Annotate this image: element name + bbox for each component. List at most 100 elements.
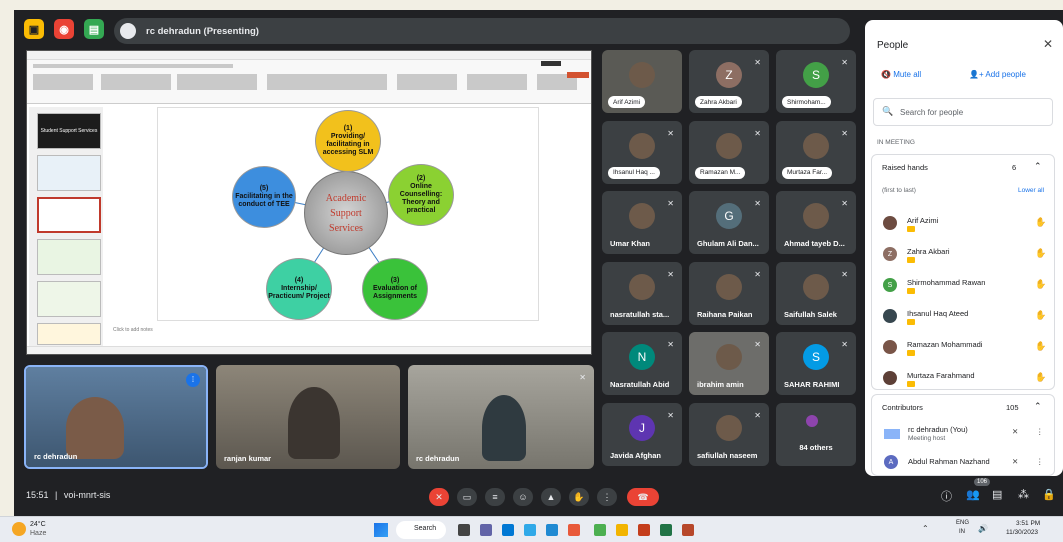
slide-thumb[interactable] <box>37 281 101 317</box>
slide-thumb[interactable]: Student Support Services <box>37 113 101 149</box>
app-icon[interactable] <box>568 524 580 536</box>
chat-icon[interactable]: ▤ <box>992 488 1002 501</box>
powerpoint-icon[interactable] <box>638 524 650 536</box>
people-icon[interactable]: 👥 <box>966 488 980 501</box>
notes-placeholder[interactable]: Click to add notes <box>113 327 153 333</box>
chrome-icon[interactable] <box>594 524 606 536</box>
lower-all-button[interactable]: Lower all <box>1018 187 1044 194</box>
captions-icon[interactable]: ▤ <box>84 19 104 39</box>
participant-tile[interactable]: Arif Azimi <box>602 50 682 113</box>
collapse-icon[interactable]: ⌃ <box>1034 161 1042 172</box>
volume-icon[interactable]: 🔊 <box>978 524 988 533</box>
app-icon[interactable] <box>546 524 558 536</box>
mic-off-icon: ✕ <box>754 199 761 208</box>
participant-tile[interactable]: ✕ safiullah naseem <box>689 402 769 466</box>
meeting-code[interactable]: voi-mnrt-sis <box>64 490 111 500</box>
raised-hand-name: Arif Azimi <box>907 216 939 225</box>
center-line: Services <box>329 222 363 234</box>
collapse-icon[interactable]: ⌃ <box>1034 401 1042 412</box>
tray-chevron-icon[interactable]: ⌃ <box>922 524 929 533</box>
mic-off-icon[interactable]: ✕ <box>1012 427 1018 436</box>
add-people-button[interactable]: 👤+ Add people <box>969 70 1026 79</box>
participant-tile[interactable]: 84 others <box>776 402 856 466</box>
close-icon[interactable]: ✕ <box>1043 37 1053 51</box>
participant-tile[interactable]: ✕ Ahmad tayeb D... <box>776 191 856 254</box>
app-icon[interactable] <box>682 524 694 536</box>
task-view-icon[interactable] <box>458 524 470 536</box>
captions-button[interactable]: ≡ <box>485 488 505 506</box>
video-tile-presenter[interactable]: ⁞ rc dehradun <box>24 365 208 469</box>
participant-name: Ihsanul Haq ... <box>608 166 660 179</box>
participant-tile[interactable]: ✕ Saifullah Salek <box>776 261 856 325</box>
video-tile[interactable]: ranjan kumar <box>216 365 400 469</box>
mic-toggle-button[interactable]: ✕ <box>429 488 449 506</box>
weather-icon[interactable] <box>12 522 26 536</box>
participant-name: Umar Khan <box>610 239 651 248</box>
raise-hand-button[interactable]: ✋ <box>569 488 589 506</box>
participant-tile[interactable]: J ✕ Javida Afghan <box>602 402 682 466</box>
raised-hand-icon[interactable]: ✋ <box>1035 248 1046 259</box>
more-icon[interactable]: ⋮ <box>1036 427 1044 436</box>
taskbar-search[interactable]: Search <box>396 521 446 539</box>
excel-icon[interactable] <box>660 524 672 536</box>
teams-icon[interactable] <box>480 524 492 536</box>
raised-hand-icon[interactable]: ✋ <box>1035 279 1046 290</box>
participant-tile[interactable]: ✕ Ramazan M... <box>689 120 769 184</box>
windows-taskbar: 24°C Haze Search ⌃ ENG IN 🔊 3:51 PM 11/3… <box>0 516 1063 542</box>
video-name: rc dehradun <box>416 454 460 463</box>
mic-off-icon[interactable]: ✕ <box>1012 457 1018 466</box>
video-tile[interactable]: ✕ rc dehradun <box>408 365 594 469</box>
mute-all-button[interactable]: 🔇 Mute all <box>881 70 921 79</box>
reactions-button[interactable]: ☺ <box>513 488 533 506</box>
slides-icon[interactable]: ▣ <box>24 19 44 39</box>
mic-off-icon: ✕ <box>754 58 761 67</box>
contributors-section: Contributors 105 ⌃ rc dehradun (You) Mee… <box>871 394 1055 476</box>
hand-badge-icon <box>907 226 915 232</box>
record-icon[interactable]: ◉ <box>54 19 74 39</box>
activities-icon[interactable]: ⁂ <box>1018 488 1029 501</box>
more-options-button[interactable]: ⋮ <box>597 488 617 506</box>
edge-icon[interactable] <box>502 524 514 536</box>
participant-tile[interactable]: S ✕ Shirmoham... <box>776 50 856 113</box>
host-controls-icon[interactable]: 🔒 <box>1042 488 1056 501</box>
search-input[interactable]: 🔍 Search for people <box>873 98 1053 126</box>
participant-tile[interactable]: ✕ nasratullah sta... <box>602 261 682 325</box>
avatar <box>883 371 897 385</box>
slide-thumb[interactable] <box>37 155 101 191</box>
participant-tile[interactable]: N ✕ Nasratullah Abid <box>602 332 682 395</box>
raised-hand-icon[interactable]: ✋ <box>1035 341 1046 352</box>
raised-hand-icon[interactable]: ✋ <box>1035 217 1046 228</box>
participant-tile[interactable]: ✕ Umar Khan <box>602 191 682 254</box>
participant-tile[interactable]: ✕ Ihsanul Haq ... <box>602 120 682 184</box>
participant-tile[interactable]: ✕ Murtaza Far... <box>776 120 856 184</box>
slide-thumbnails[interactable]: Student Support Services <box>29 107 103 349</box>
contributor-role: Meeting host <box>908 435 946 442</box>
present-button[interactable]: ▲ <box>541 488 561 506</box>
bubble-text: Facilitating in the conduct of TEE <box>235 193 293 208</box>
more-icon[interactable]: ⋮ <box>1036 457 1044 466</box>
info-icon[interactable]: ⓘ <box>941 488 952 504</box>
bubble-num: (2) <box>416 175 426 182</box>
participant-tile[interactable]: G ✕ Ghulam Ali Dan... <box>689 191 769 254</box>
raised-hand-icon[interactable]: ✋ <box>1035 310 1046 321</box>
camera-toggle-button[interactable]: ▭ <box>457 488 477 506</box>
slide-thumb[interactable] <box>37 323 101 345</box>
participant-name: Ahmad tayeb D... <box>784 239 845 248</box>
participant-tile[interactable]: ✕ ibrahim amin <box>689 332 769 395</box>
file-explorer-icon[interactable] <box>616 524 628 536</box>
start-icon[interactable] <box>374 523 388 537</box>
participant-tile[interactable]: Z ✕ Zahra Akbari <box>689 50 769 113</box>
slide-thumb[interactable] <box>37 239 101 275</box>
participant-tile[interactable]: ✕ Raihana Paikan <box>689 261 769 325</box>
raised-hand-icon[interactable]: ✋ <box>1035 372 1046 383</box>
mic-off-icon: ✕ <box>667 340 674 349</box>
center-line: Academic <box>325 192 367 204</box>
store-icon[interactable] <box>524 524 536 536</box>
avatar: A <box>884 455 898 469</box>
person-figure <box>66 397 124 459</box>
participant-tile[interactable]: S ✕ SAHAR RAHIMI <box>776 332 856 395</box>
contributors-label: Contributors <box>882 403 923 412</box>
avatar: Z <box>716 62 742 89</box>
slide-thumb-active[interactable] <box>37 197 101 233</box>
leave-call-button[interactable]: ☎ <box>627 488 659 506</box>
